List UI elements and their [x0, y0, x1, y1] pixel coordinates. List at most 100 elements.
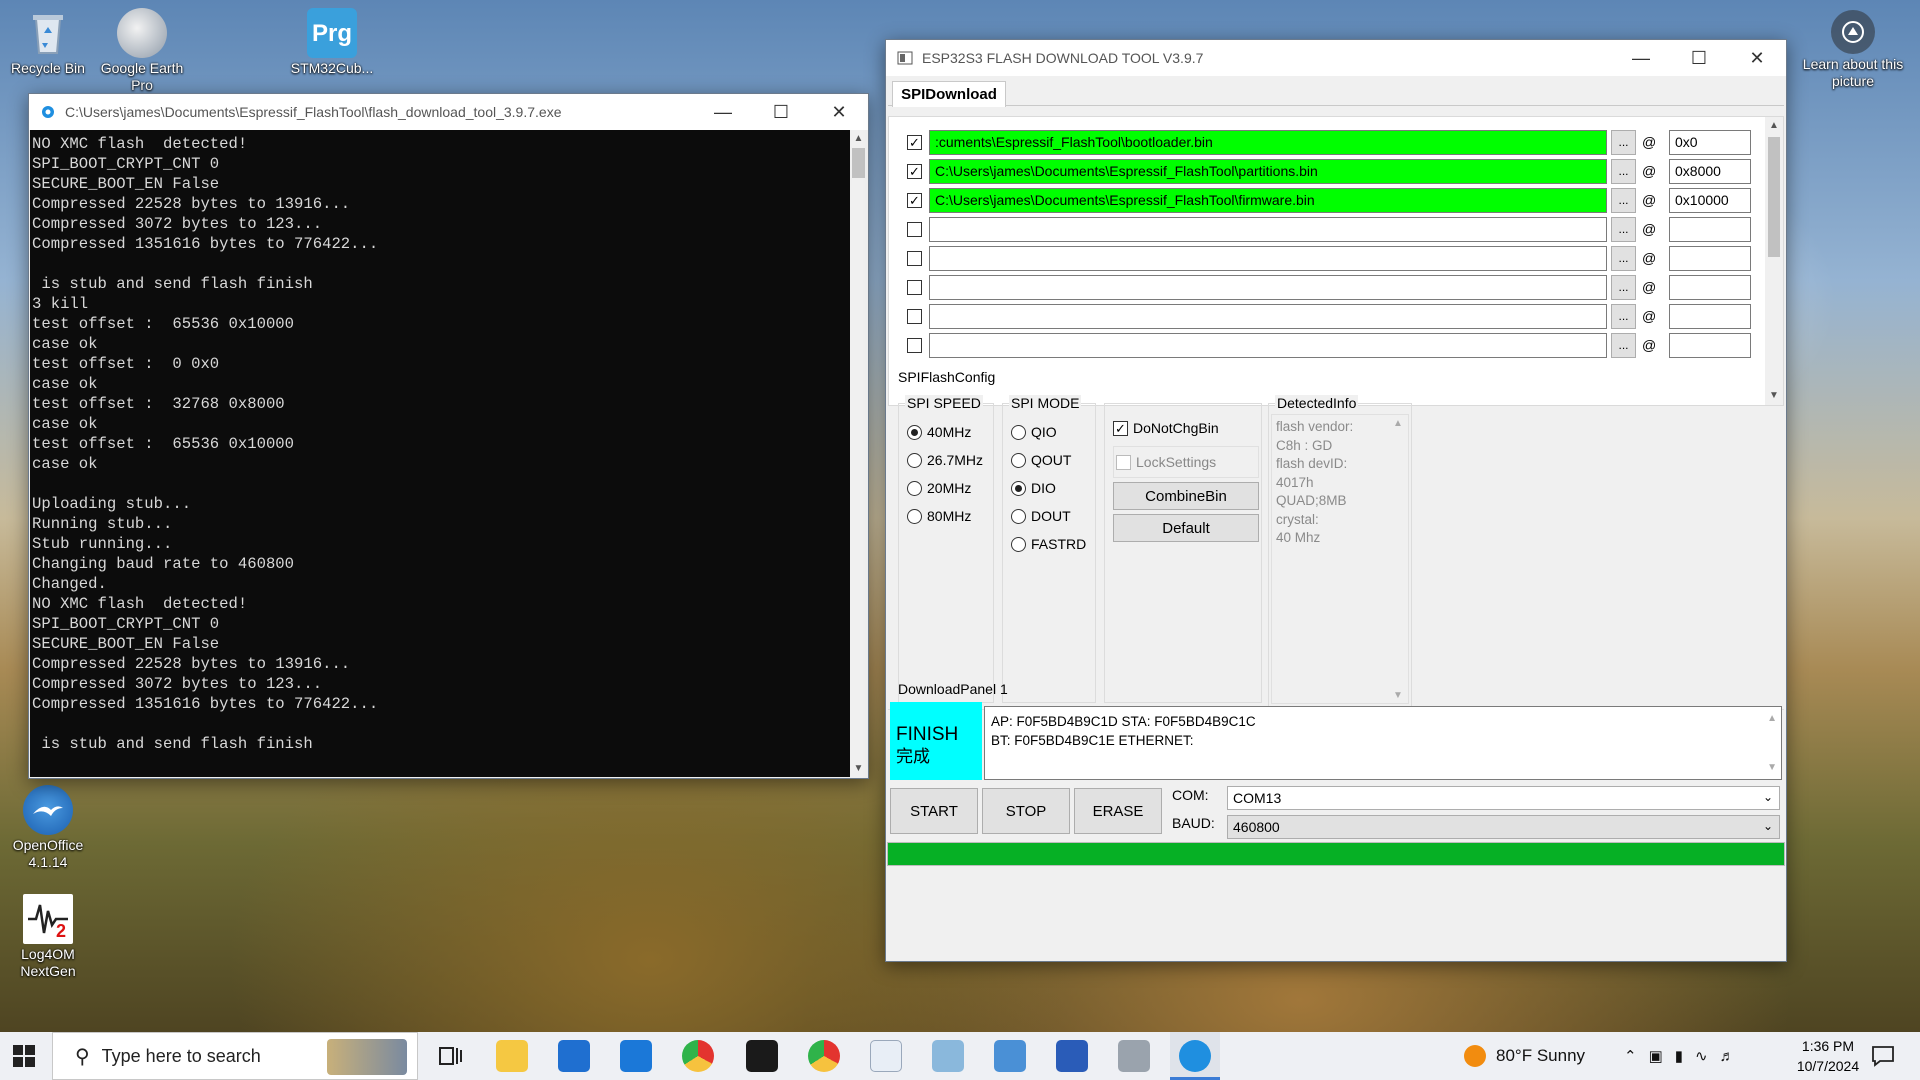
spi-speed-radio[interactable]: 40MHz — [907, 424, 971, 440]
browse-button[interactable]: ... — [1611, 246, 1636, 271]
windows-start-icon[interactable] — [12, 1044, 36, 1068]
spi-speed-radio[interactable]: 26.7MHz — [907, 452, 983, 468]
desktop-icon-log4om[interactable]: 2 Log4OM NextGen — [0, 894, 96, 980]
offset-input[interactable] — [1669, 217, 1751, 242]
desktop-icon-openoffice[interactable]: OpenOffice 4.1.14 — [0, 785, 96, 871]
scroll-up-icon[interactable]: ▲ — [1393, 418, 1403, 429]
file-path-input[interactable] — [929, 333, 1607, 358]
browse-button[interactable]: ... — [1611, 333, 1636, 358]
offset-input[interactable] — [1669, 275, 1751, 300]
app-icon[interactable] — [932, 1040, 964, 1072]
file-path-input[interactable] — [929, 304, 1607, 329]
offset-input[interactable] — [1669, 304, 1751, 329]
file-enable-checkbox[interactable]: ✓ — [907, 164, 922, 179]
do-not-chg-bin-checkbox[interactable]: ✓ DoNotChgBin — [1113, 412, 1259, 444]
scroll-down-icon[interactable]: ▼ — [1767, 758, 1777, 777]
file-enable-checkbox[interactable] — [907, 280, 922, 295]
minimize-button[interactable]: — — [694, 94, 752, 130]
terminal-icon[interactable] — [746, 1040, 778, 1072]
radio-circle[interactable] — [1011, 452, 1026, 468]
scroll-up-icon[interactable]: ▲ — [1765, 117, 1783, 135]
mail-icon[interactable] — [620, 1040, 652, 1072]
offset-input[interactable] — [1669, 246, 1751, 271]
console-output[interactable]: NO XMC flash detected! SPI_BOOT_CRYPT_CNT… — [30, 130, 850, 777]
lock-settings-box[interactable] — [1116, 454, 1131, 470]
scroll-down-icon[interactable]: ▼ — [1393, 690, 1403, 701]
control-panel-icon[interactable] — [994, 1040, 1026, 1072]
chevron-up-icon[interactable]: ⌃ — [1624, 1047, 1637, 1065]
file-enable-checkbox[interactable] — [907, 251, 922, 266]
radio-circle[interactable] — [1011, 424, 1026, 440]
stop-button[interactable]: STOP — [982, 788, 1070, 834]
minimize-button[interactable]: — — [1612, 40, 1670, 76]
do-not-chg-bin-box[interactable]: ✓ — [1113, 420, 1128, 436]
browse-button[interactable]: ... — [1611, 130, 1636, 155]
spi-mode-radio[interactable]: FASTRD — [1011, 536, 1086, 552]
file-path-input[interactable]: :cuments\Espressif_FlashTool\bootloader.… — [929, 130, 1607, 155]
file-enable-checkbox[interactable] — [907, 338, 922, 353]
scroll-thumb[interactable] — [852, 148, 865, 178]
learn-about-picture[interactable]: Learn about this picture — [1802, 10, 1904, 90]
radio-circle[interactable] — [907, 508, 922, 524]
search-highlight-icon[interactable] — [327, 1039, 407, 1075]
lock-settings-checkbox[interactable]: LockSettings — [1113, 446, 1259, 478]
file-list-scrollbar[interactable]: ▲ ▼ — [1765, 117, 1783, 405]
file-path-input[interactable]: C:\Users\james\Documents\Espressif_Flash… — [929, 188, 1607, 213]
scroll-up-icon[interactable]: ▲ — [1767, 709, 1777, 728]
meet-now-icon[interactable]: ▣ — [1649, 1047, 1663, 1065]
default-button[interactable]: Default — [1113, 514, 1259, 542]
active-app-slot[interactable] — [1170, 1032, 1220, 1080]
mac-info-box[interactable]: AP: F0F5BD4B9C1D STA: F0F5BD4B9C1C BT: F… — [984, 706, 1782, 780]
scroll-down-icon[interactable]: ▼ — [850, 760, 867, 777]
scroll-down-icon[interactable]: ▼ — [1765, 387, 1783, 405]
radio-circle[interactable] — [1011, 536, 1026, 552]
spi-mode-radio[interactable]: DOUT — [1011, 508, 1071, 524]
browse-button[interactable]: ... — [1611, 275, 1636, 300]
file-enable-checkbox[interactable] — [907, 309, 922, 324]
combine-bin-button[interactable]: CombineBin — [1113, 482, 1259, 510]
desktop-icon-google-earth[interactable]: Google Earth Pro — [94, 8, 190, 94]
powershell-icon[interactable] — [1056, 1040, 1088, 1072]
task-view-icon[interactable] — [434, 1040, 466, 1072]
erase-button[interactable]: ERASE — [1074, 788, 1162, 834]
weather-widget[interactable]: 80°F Sunny — [1464, 1032, 1585, 1080]
offset-input[interactable]: 0x8000 — [1669, 159, 1751, 184]
chrome-icon[interactable] — [682, 1040, 714, 1072]
baud-select[interactable]: 460800 ⌄ — [1227, 815, 1780, 839]
clock[interactable]: 1:36 PM 10/7/2024 — [1788, 1036, 1868, 1076]
scroll-thumb[interactable] — [1768, 137, 1780, 257]
radio-circle[interactable] — [907, 424, 922, 440]
taskbar-search-box[interactable]: ⚲ Type here to search — [52, 1032, 418, 1080]
close-button[interactable]: ✕ — [1728, 40, 1786, 76]
console-titlebar[interactable]: C:\Users\james\Documents\Espressif_Flash… — [29, 94, 868, 130]
file-path-input[interactable] — [929, 217, 1607, 242]
file-enable-checkbox[interactable]: ✓ — [907, 135, 922, 150]
file-path-input[interactable] — [929, 246, 1607, 271]
spi-speed-radio[interactable]: 80MHz — [907, 508, 971, 524]
maximize-button[interactable]: ☐ — [752, 94, 810, 130]
scroll-up-icon[interactable]: ▲ — [850, 130, 867, 147]
close-button[interactable]: ✕ — [810, 94, 868, 130]
radio-circle[interactable] — [1011, 508, 1026, 524]
radio-circle[interactable] — [907, 480, 922, 496]
radio-circle[interactable] — [907, 452, 922, 468]
battery-icon[interactable]: ▮ — [1675, 1047, 1683, 1065]
spi-mode-radio[interactable]: QIO — [1011, 424, 1057, 440]
notification-icon[interactable] — [1870, 1044, 1896, 1068]
browse-button[interactable]: ... — [1611, 304, 1636, 329]
spi-mode-radio[interactable]: QOUT — [1011, 452, 1071, 468]
console-scrollbar[interactable]: ▲ ▼ — [850, 130, 867, 777]
volume-icon[interactable]: ♬ — [1720, 1048, 1735, 1065]
document-icon[interactable] — [870, 1040, 902, 1072]
maximize-button[interactable]: ☐ — [1670, 40, 1728, 76]
browse-button[interactable]: ... — [1611, 188, 1636, 213]
radio-circle[interactable] — [1011, 480, 1026, 496]
offset-input[interactable]: 0x0 — [1669, 130, 1751, 155]
chevron-down-icon[interactable]: ⌄ — [1763, 790, 1773, 804]
spi-speed-radio[interactable]: 20MHz — [907, 480, 971, 496]
file-enable-checkbox[interactable]: ✓ — [907, 193, 922, 208]
detected-info-text[interactable]: flash vendor: C8h : GD flash devID: 4017h QU… — [1271, 414, 1409, 704]
file-explorer-icon[interactable] — [496, 1040, 528, 1072]
file-path-input[interactable] — [929, 275, 1607, 300]
chrome-icon[interactable] — [808, 1040, 840, 1072]
